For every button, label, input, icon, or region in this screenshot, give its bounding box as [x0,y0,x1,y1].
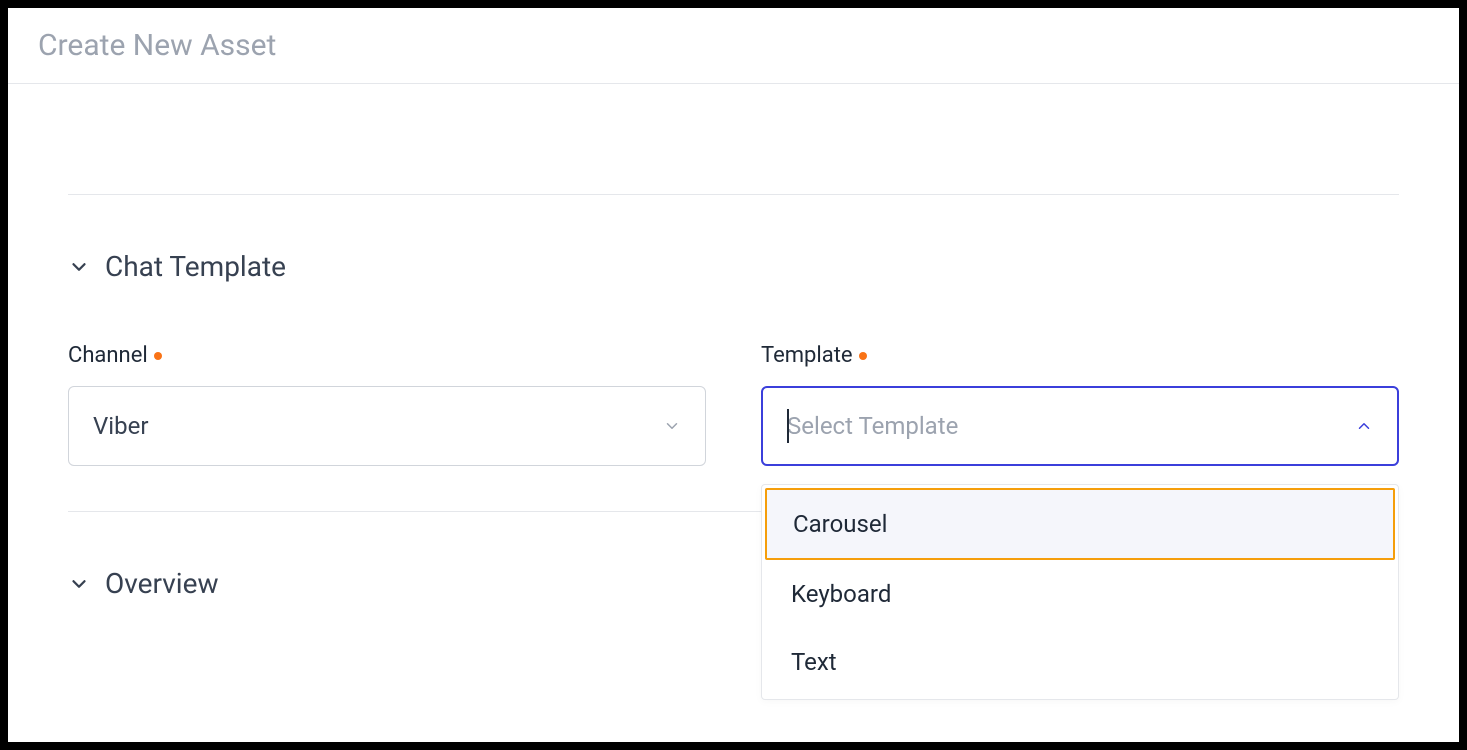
template-option-carousel[interactable]: Carousel [765,488,1395,560]
channel-select-value: Viber [93,412,663,440]
text-cursor-icon [787,409,789,443]
template-dropdown: Carousel Keyboard Text [761,484,1399,700]
chat-template-section-toggle[interactable]: Chat Template [68,250,1399,283]
template-field-group: Template Select Template Carousel Keyboa… [761,343,1399,466]
required-indicator-icon [859,352,867,360]
channel-label-text: Channel [68,343,148,368]
template-option-text[interactable]: Text [765,628,1395,696]
chevron-down-icon [68,256,90,278]
channel-select[interactable]: Viber [68,386,706,466]
chevron-up-icon [1355,417,1373,435]
channel-label: Channel [68,343,706,368]
form-row: Channel Viber Template [68,343,1399,466]
template-label: Template [761,343,1399,368]
channel-field-group: Channel Viber [68,343,706,466]
chat-template-section-title: Chat Template [105,250,286,283]
chat-template-section: Chat Template Channel Viber Template [68,250,1399,466]
section-divider-top [68,194,1399,195]
overview-section-title: Overview [105,567,219,600]
page-header: Create New Asset [8,8,1459,84]
content-area: Chat Template Channel Viber Template [8,194,1459,600]
chevron-down-icon [68,573,90,595]
template-select-placeholder: Select Template [787,412,1355,440]
required-indicator-icon [154,352,162,360]
template-option-keyboard[interactable]: Keyboard [765,560,1395,628]
template-label-text: Template [761,343,853,368]
page-title: Create New Asset [38,28,1429,63]
template-select[interactable]: Select Template [761,386,1399,466]
chevron-down-icon [663,417,681,435]
